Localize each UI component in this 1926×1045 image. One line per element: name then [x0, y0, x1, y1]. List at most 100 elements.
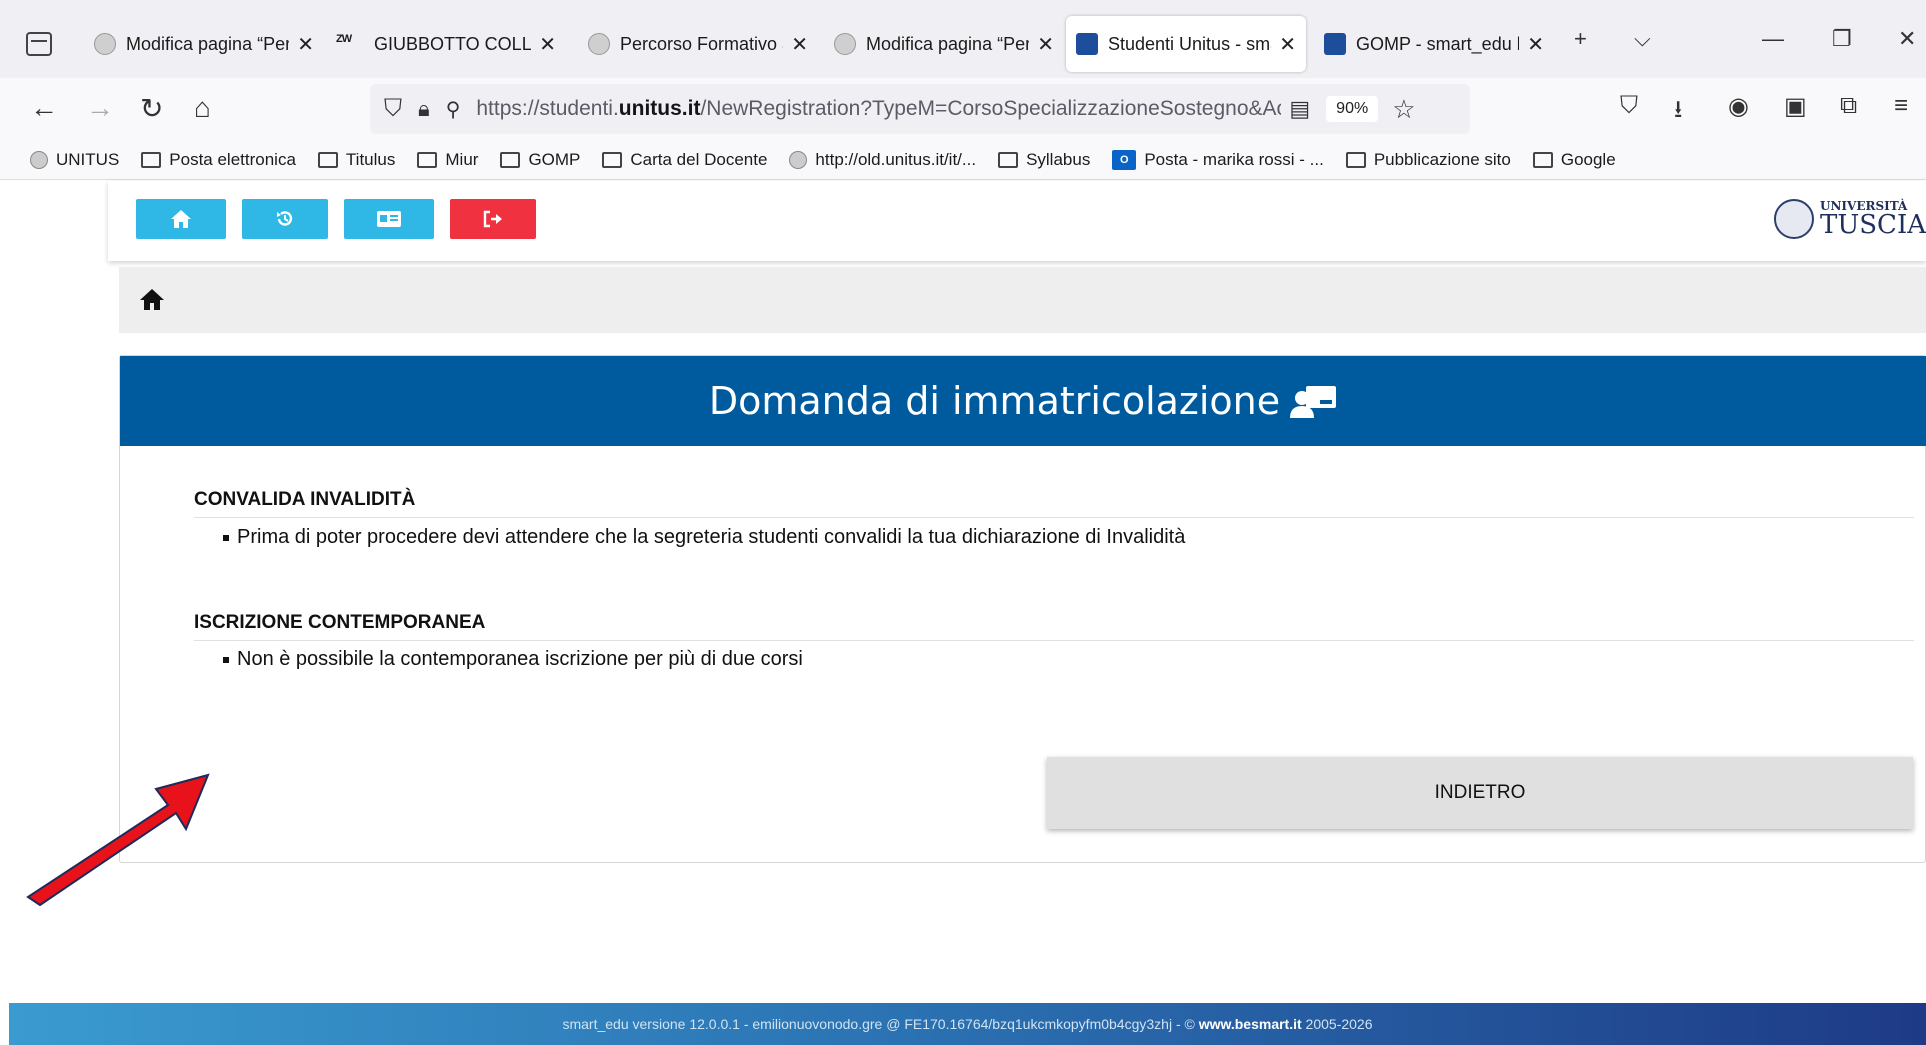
browser-tab[interactable]: Modifica pagina “Per ✕ [84, 16, 324, 72]
list-item: Prima di poter procedere devi attendere … [223, 526, 1185, 549]
folder-icon [1345, 151, 1366, 168]
folder-icon [998, 151, 1019, 168]
extensions-icon[interactable]: ⧉ [1840, 92, 1857, 120]
app-top-nav: UNIVERSITÀ TUSCIA [108, 181, 1926, 261]
browser-tab[interactable]: Percorso Formativo a ✕ [578, 16, 818, 72]
footer-link[interactable]: www.besmart.it [1199, 1016, 1302, 1032]
bookmark-item[interactable]: O Posta - marika rossi - ... [1112, 149, 1324, 170]
browser-tab-active[interactable]: Studenti Unitus - sma ✕ [1066, 16, 1306, 72]
browser-tab[interactable]: GOMP - smart_edu b ✕ [1314, 16, 1554, 72]
zw-icon: ZW [336, 33, 352, 45]
url-path: /NewRegistration?TypeM=CorsoSpecializzaz… [700, 97, 1282, 120]
outlook-icon: O [1112, 149, 1137, 170]
page-title: Domanda di immatricolazione [708, 379, 1281, 423]
bookmark-item[interactable]: UNITUS [30, 150, 119, 170]
page-footer: smart_edu versione 12.0.0.1 - emilionuov… [9, 1003, 1926, 1045]
tab-title: Modifica pagina “Per [126, 33, 290, 54]
reader-view-icon[interactable]: ▤ [1289, 96, 1310, 122]
bookmark-label: GOMP [528, 149, 581, 169]
window-close-icon[interactable]: ✕ [1898, 26, 1916, 52]
home-icon[interactable]: ⌂ [194, 92, 211, 124]
bookmark-star-icon[interactable]: ☆ [1392, 94, 1415, 125]
folder-icon [317, 151, 338, 168]
folder-icon [417, 151, 438, 168]
forward-arrow-icon[interactable]: → [86, 92, 114, 124]
pocket-icon[interactable]: ⛉ [1620, 92, 1638, 120]
bookmark-label: Carta del Docente [630, 149, 768, 169]
bookmark-label: Posta elettronica [169, 149, 296, 169]
breadcrumb-home-icon[interactable] [139, 287, 165, 311]
tab-overview-icon[interactable] [26, 32, 52, 56]
tab-title: GIUBBOTTO COLLO A [374, 33, 532, 54]
bookmark-label: UNITUS [56, 149, 120, 169]
bookmark-label: Google [1560, 149, 1616, 169]
new-tab-icon[interactable]: + [1574, 26, 1587, 52]
close-icon[interactable]: ✕ [791, 32, 808, 57]
logout-icon [483, 210, 502, 228]
lock-icon[interactable]: 🔒︎ [418, 96, 430, 122]
browser-tab[interactable]: ZW GIUBBOTTO COLLO A ✕ [326, 16, 566, 72]
close-icon[interactable]: ✕ [539, 32, 556, 57]
bookmark-item[interactable]: Pubblicazione sito [1345, 149, 1511, 170]
tracking-shield-icon[interactable]: ⛉ [384, 95, 402, 123]
folder-icon [500, 151, 521, 168]
bookmark-label: Titulus [345, 149, 396, 169]
close-icon[interactable]: ✕ [297, 32, 314, 57]
bookmark-item[interactable]: Posta elettronica [141, 150, 296, 170]
bookmark-item[interactable]: Syllabus [998, 150, 1090, 170]
url-text[interactable]: https://studenti.unitus.it/NewRegistrati… [476, 97, 1281, 121]
tab-title: GOMP - smart_edu b [1356, 33, 1520, 54]
unitus-globe-icon [834, 33, 856, 55]
invalidity-message: Prima di poter procedere devi attendere … [237, 526, 1186, 548]
close-icon[interactable]: ✕ [1279, 32, 1296, 57]
tab-title: Studenti Unitus - sma [1108, 33, 1272, 54]
back-arrow-icon[interactable]: ← [30, 92, 58, 124]
browser-tab[interactable]: Modifica pagina “Per ✕ [824, 16, 1064, 72]
zoom-level[interactable]: 90% [1326, 96, 1379, 122]
footer-text: smart_edu versione 12.0.0.1 - emilionuov… [562, 1016, 1195, 1032]
unitus-globe-icon [588, 33, 610, 55]
account-icon[interactable]: ◉ [1728, 92, 1749, 121]
close-icon[interactable]: ✕ [1037, 32, 1054, 57]
university-logo: UNIVERSITÀ TUSCIA [1773, 199, 1926, 239]
back-button[interactable]: INDIETRO [1047, 757, 1913, 829]
teacher-presentation-icon [1290, 386, 1337, 418]
section-title-concurrent: ISCRIZIONE CONTEMPORANEA [194, 612, 486, 633]
card-header: Domanda di immatricolazione [120, 356, 1926, 446]
folder-icon [1532, 151, 1553, 168]
logo-text: UNIVERSITÀ TUSCIA [1820, 200, 1926, 238]
logout-button[interactable] [450, 199, 536, 239]
red-arrow-icon [26, 773, 210, 907]
history-button[interactable] [242, 199, 328, 239]
screenshot-icon[interactable]: ▣ [1784, 92, 1807, 121]
section-divider [194, 517, 1914, 518]
url-prefix: https://studenti. [476, 97, 619, 120]
restore-icon[interactable]: ❐ [1832, 26, 1852, 52]
bookmark-label: Syllabus [1026, 149, 1091, 169]
menu-icon[interactable]: ≡ [1894, 92, 1908, 120]
folder-icon [602, 151, 623, 168]
bookmark-label: Pubblicazione sito [1373, 149, 1511, 169]
bookmark-item[interactable]: Carta del Docente [602, 150, 767, 170]
bookmark-item[interactable]: Miur [417, 150, 478, 170]
history-icon [277, 211, 293, 226]
bookmark-label: http://old.unitus.it/it/... [815, 149, 977, 169]
permissions-icon[interactable]: ⚲ [446, 97, 461, 122]
chevron-down-icon[interactable]: ⌵ [1634, 26, 1651, 52]
bookmark-item[interactable]: Google [1532, 149, 1616, 170]
student-card-button[interactable] [344, 199, 434, 239]
bookmark-item[interactable]: GOMP [500, 150, 580, 170]
folder-icon [141, 151, 162, 168]
home-button[interactable] [136, 199, 226, 239]
close-icon[interactable]: ✕ [1527, 32, 1544, 57]
bookmark-item[interactable]: http://old.unitus.it/it/... [789, 150, 976, 170]
gomp-icon [1324, 33, 1346, 55]
download-icon[interactable]: ⭳ [1674, 92, 1682, 133]
bookmarks-bar: UNITUS Posta elettronica Titulus Miur GO… [0, 140, 1926, 180]
page-content: UNIVERSITÀ TUSCIA Domanda di immatricola… [0, 181, 1926, 1045]
minimize-icon[interactable]: — [1762, 26, 1784, 52]
bookmark-item[interactable]: Titulus [317, 149, 396, 170]
tab-title: Modifica pagina “Per [866, 33, 1030, 54]
reload-icon[interactable]: ↻ [140, 92, 163, 125]
address-bar[interactable]: ⛉ 🔒︎ ⚲ https://studenti.unitus.it/NewReg… [370, 84, 1470, 134]
